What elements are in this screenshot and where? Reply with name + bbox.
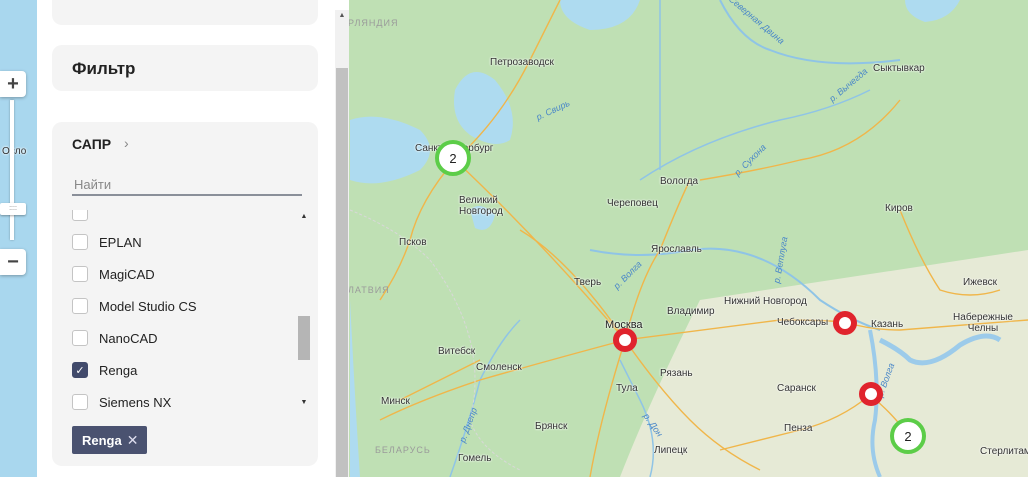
country-label: БЕЛАРУСЬ (375, 445, 431, 455)
checkbox[interactable] (72, 330, 88, 346)
checkbox-checked[interactable]: ✓ (72, 362, 88, 378)
city-label: Тверь (574, 277, 602, 288)
checkbox[interactable] (72, 298, 88, 314)
list-item[interactable]: NanoCAD (72, 328, 158, 348)
city-label: Пенза (784, 423, 813, 434)
close-icon[interactable]: ✕ (127, 432, 139, 449)
sapr-options-list: EPLAN MagiCAD Model Studio CS NanoCAD ✓ … (72, 210, 284, 410)
zoom-slider-track[interactable] (10, 100, 14, 240)
list-scrollbar-thumb[interactable] (298, 316, 310, 360)
city-label: Брянск (535, 421, 568, 432)
location-marker[interactable] (613, 328, 637, 352)
city-label: Череповец (607, 198, 658, 209)
city-label: Великий Новгород (459, 195, 503, 217)
scroll-up-icon[interactable]: ▲ (335, 12, 349, 22)
city-label: Нижний Новгород (724, 296, 807, 307)
city-label: Петрозаводск (490, 57, 554, 68)
city-label: Осло (2, 146, 27, 157)
chevron-right-icon[interactable]: › (124, 135, 129, 151)
checkbox[interactable] (72, 394, 88, 410)
city-label: Псков (399, 237, 427, 248)
country-label: ЛАТВИЯ (348, 285, 390, 295)
city-label: Гомель (458, 453, 492, 464)
sapr-filter-card: САПР › EPLAN MagiCAD Model Studio CS Nan… (52, 122, 318, 466)
list-item[interactable]: MagiCAD (72, 264, 155, 284)
list-item[interactable]: ✓ Renga (72, 360, 137, 380)
list-scrollbar[interactable]: ▲ ▼ (298, 212, 310, 408)
cluster-marker[interactable]: 2 (890, 418, 926, 454)
city-label: Витебск (438, 346, 476, 357)
panel-scrollbar[interactable]: ▲ (335, 10, 349, 477)
option-label: EPLAN (99, 234, 142, 250)
selected-tag: Renga ✕ (72, 426, 148, 454)
checkbox[interactable] (72, 234, 88, 250)
filter-header-card: Фильтр (52, 45, 318, 91)
list-item[interactable] (72, 210, 88, 223)
city-label: Ярославль (651, 244, 702, 255)
location-marker[interactable] (833, 311, 857, 335)
panel-card-top (52, 0, 318, 25)
scroll-down-icon[interactable]: ▼ (298, 398, 310, 408)
city-label: Чебоксары (777, 317, 829, 328)
checkbox[interactable] (72, 210, 88, 221)
filter-panel: Фильтр САПР › EPLAN MagiCAD Model Studio… (37, 0, 349, 477)
location-marker[interactable] (859, 382, 883, 406)
city-label: Владимир (667, 306, 715, 317)
city-label: Смоленск (476, 362, 522, 373)
city-label: Казань (871, 319, 904, 330)
list-item[interactable]: EPLAN (72, 232, 142, 252)
city-label: Минск (381, 396, 410, 407)
sapr-search-input[interactable] (72, 174, 302, 196)
cluster-marker[interactable]: 2 (435, 140, 471, 176)
zoom-in-button[interactable]: + (0, 71, 26, 97)
sapr-title[interactable]: САПР (72, 136, 111, 152)
option-label: MagiCAD (99, 266, 155, 282)
city-label: Саранск (777, 383, 816, 394)
panel-scrollbar-thumb[interactable] (336, 68, 348, 477)
zoom-out-button[interactable]: − (0, 249, 26, 275)
city-label: Киров (885, 203, 913, 214)
option-label: NanoCAD (99, 330, 158, 346)
option-label: Siemens NX (99, 394, 172, 410)
country-label: РЛЯНДИЯ (348, 18, 399, 28)
option-label: Renga (99, 362, 138, 378)
option-label: Model Studio CS (99, 298, 197, 314)
city-label: Стерлитамак (980, 446, 1028, 457)
city-label: Рязань (660, 368, 693, 379)
city-label: Ижевск (963, 277, 998, 288)
city-label: Вологда (660, 176, 699, 187)
city-label: Тула (616, 383, 638, 394)
tag-label: Renga (82, 432, 122, 448)
city-label: Сыктывкар (873, 63, 925, 74)
list-item[interactable]: Model Studio CS (72, 296, 197, 316)
scroll-up-icon[interactable]: ▲ (298, 212, 310, 222)
list-item[interactable]: Siemens NX (72, 392, 171, 410)
city-label: Набережные Челны (953, 312, 1013, 334)
zoom-slider-handle[interactable]: :::: (0, 203, 26, 215)
checkbox[interactable] (72, 266, 88, 282)
filter-title: Фильтр (72, 59, 136, 78)
city-label: Липецк (654, 445, 688, 456)
